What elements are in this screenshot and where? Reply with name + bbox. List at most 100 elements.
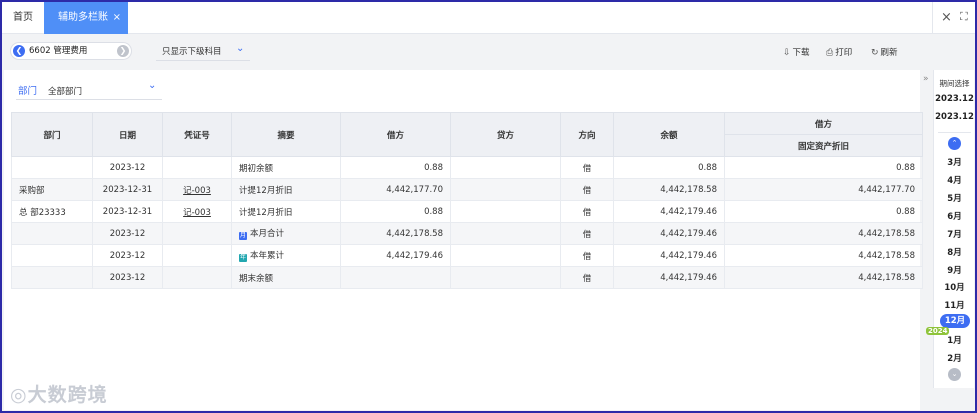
month-option[interactable]: 3月 xyxy=(934,156,975,168)
cell-dept: 总 部23333 xyxy=(11,200,93,223)
chevron-left-icon[interactable]: ❮ xyxy=(13,45,25,57)
period-start[interactable]: 2023.12 xyxy=(934,94,975,104)
cell-asset-depreciation: 4,442,178.58 xyxy=(724,222,923,245)
table-row[interactable]: 总 部23333 2023-12-31 记-003 计提12月折旧 0.88 借 4,442… xyxy=(11,200,923,223)
refresh-button[interactable]: ↻ 刷新 xyxy=(871,46,898,58)
year-total-icon: 年 xyxy=(239,254,247,262)
cell-date: 2023-12-31 xyxy=(92,200,163,223)
month-option[interactable]: 4月 xyxy=(934,174,975,186)
cell-voucher xyxy=(162,266,232,289)
level-filter-value: 只显示下级科目 xyxy=(162,47,222,57)
voucher-link[interactable]: 记-003 xyxy=(183,208,211,218)
cell-date: 2023-12 xyxy=(92,244,163,267)
period-end[interactable]: 2023.12 xyxy=(934,112,975,122)
voucher-link[interactable]: 记-003 xyxy=(183,186,211,196)
tab-bar: 首页 辅助多栏账 × × ⛶ xyxy=(2,2,975,34)
header-balance: 余额 xyxy=(613,112,725,157)
header-dept: 部门 xyxy=(11,112,93,157)
cell-dept xyxy=(11,222,93,245)
cell-balance: 4,442,179.46 xyxy=(613,222,725,245)
tab-label: 辅助多栏账 xyxy=(58,12,108,23)
cell-voucher: 记-003 xyxy=(162,200,232,223)
header-debit: 借方 xyxy=(340,112,451,157)
table-row[interactable]: 采购部 2023-12-31 记-003 计提12月折旧 4,442,177.70 借 4,… xyxy=(11,178,923,201)
ledger-panel: 部门 全部部门 ⌄ 部门 日期 凭证号 摘要 借方 贷方 方向 余额 借方 固定… xyxy=(4,70,923,410)
close-icon[interactable]: × xyxy=(113,2,121,34)
cell-direction: 借 xyxy=(560,156,614,179)
department-filter-value: 全部部门 xyxy=(48,87,83,97)
summary-text: 本年累计 xyxy=(250,251,285,261)
account-switcher[interactable]: ❮ 6602 管理费用 ❯ xyxy=(10,42,132,60)
table-row[interactable]: 2023-12 期初余额 0.88 借 0.88 0.88 xyxy=(11,156,923,179)
cell-debit: 0.88 xyxy=(340,200,451,223)
cell-credit xyxy=(450,156,561,179)
cell-voucher: 记-003 xyxy=(162,178,232,201)
cell-balance: 4,442,179.46 xyxy=(613,244,725,267)
month-option[interactable]: 6月 xyxy=(934,210,975,222)
header-direction: 方向 xyxy=(560,112,614,157)
table-row[interactable]: 2023-12 期末余额 借 4,442,179.46 4,442,178.58 xyxy=(11,266,923,289)
download-button[interactable]: ⇩ 下载 xyxy=(783,46,810,58)
chevron-down-icon: ⌄ xyxy=(148,80,157,91)
cell-debit xyxy=(340,266,451,289)
tab-auxiliary-ledger[interactable]: 辅助多栏账 × xyxy=(44,2,128,34)
header-date: 日期 xyxy=(92,112,163,157)
cell-voucher xyxy=(162,156,232,179)
table-row[interactable]: 2023-12 月本月合计 4,442,178.58 借 4,442,179.46 4,4… xyxy=(11,222,923,245)
cell-asset-depreciation: 0.88 xyxy=(724,156,923,179)
cell-summary: 年本年累计 xyxy=(231,244,341,267)
cell-direction: 借 xyxy=(560,222,614,245)
month-option[interactable]: 10月 xyxy=(934,281,975,293)
month-option[interactable]: 5月 xyxy=(934,192,975,204)
cell-date: 2023-12 xyxy=(92,266,163,289)
cell-direction: 借 xyxy=(560,244,614,267)
cell-date: 2023-12 xyxy=(92,222,163,245)
cell-credit xyxy=(450,266,561,289)
fullscreen-icon[interactable]: ⛶ xyxy=(960,10,968,24)
cell-credit xyxy=(450,244,561,267)
cell-summary: 计提12月折旧 xyxy=(231,200,341,223)
cell-voucher xyxy=(162,244,232,267)
month-option[interactable]: 2月 xyxy=(934,352,975,364)
toolbar: ❮ 6602 管理费用 ❯ 只显示下级科目 ⌄ ⇩ 下载 ⎙ 打印 ↻ 刷新 xyxy=(2,34,920,68)
window-close-icon[interactable]: × xyxy=(941,10,952,25)
cell-credit xyxy=(450,178,561,201)
account-label: 6602 管理费用 xyxy=(29,46,88,56)
month-option[interactable]: 1月 xyxy=(934,334,975,346)
period-title: 期间选择 xyxy=(939,79,970,88)
table-row[interactable]: 2023-12 年本年累计 4,442,179.46 借 4,442,179.46 4,4… xyxy=(11,244,923,267)
department-filter[interactable]: 部门 全部部门 ⌄ xyxy=(16,80,162,100)
cell-asset-depreciation: 4,442,178.58 xyxy=(724,244,923,267)
cell-debit: 0.88 xyxy=(340,156,451,179)
cell-summary: 月本月合计 xyxy=(231,222,341,245)
month-option[interactable]: 9月 xyxy=(934,264,975,276)
chevron-down-icon: ⌄ xyxy=(236,43,245,54)
chevron-down-icon[interactable]: ⌄ xyxy=(948,368,961,381)
print-button[interactable]: ⎙ 打印 xyxy=(826,46,852,58)
cell-summary: 期末余额 xyxy=(231,266,341,289)
divider xyxy=(932,2,933,34)
chevron-up-icon[interactable]: ⌃ xyxy=(948,137,961,150)
month-option[interactable]: 12月 xyxy=(940,314,970,328)
cell-debit: 4,442,177.70 xyxy=(340,178,451,201)
cell-credit xyxy=(450,200,561,223)
cell-balance: 0.88 xyxy=(613,156,725,179)
cell-voucher xyxy=(162,222,232,245)
cell-asset-depreciation: 4,442,178.58 xyxy=(724,266,923,289)
header-group-debit: 借方 xyxy=(724,112,923,135)
month-option[interactable]: 11月 xyxy=(934,299,975,311)
year-badge: 2024 xyxy=(926,327,950,335)
cell-debit: 4,442,179.46 xyxy=(340,244,451,267)
chevron-right-icon[interactable]: ❯ xyxy=(117,45,129,57)
tab-home[interactable]: 首页 xyxy=(2,2,44,33)
month-option[interactable]: 8月 xyxy=(934,246,975,258)
watermark-logo: ◎大数跨境 xyxy=(10,384,108,406)
level-filter-select[interactable]: 只显示下级科目 ⌄ xyxy=(156,43,250,61)
header-credit: 贷方 xyxy=(450,112,561,157)
cell-direction: 借 xyxy=(560,178,614,201)
collapse-panel-icon[interactable]: » xyxy=(923,74,929,84)
header-summary: 摘要 xyxy=(231,112,341,157)
cell-summary: 计提12月折旧 xyxy=(231,178,341,201)
month-option[interactable]: 7月 xyxy=(934,228,975,240)
cell-direction: 借 xyxy=(560,200,614,223)
